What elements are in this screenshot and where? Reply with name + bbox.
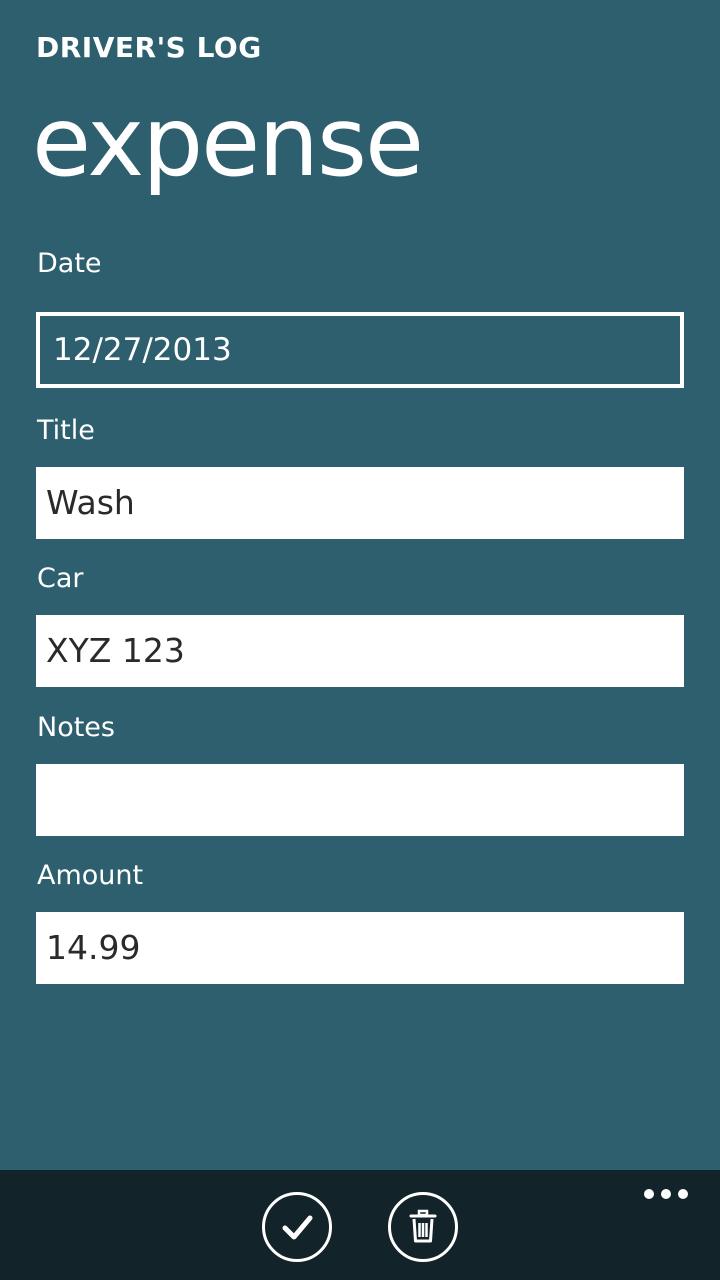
car-label: Car: [37, 563, 84, 594]
title-label: Title: [37, 415, 95, 446]
delete-button[interactable]: [388, 1192, 458, 1262]
save-button[interactable]: [262, 1192, 332, 1262]
ellipsis-dot-icon: [644, 1189, 654, 1199]
amount-input[interactable]: 14.99: [36, 912, 684, 984]
ellipsis-dot-icon: [678, 1189, 688, 1199]
title-input[interactable]: Wash: [36, 467, 684, 539]
date-label: Date: [37, 248, 102, 279]
page-title: expense: [32, 86, 424, 198]
check-icon: [282, 1215, 313, 1240]
more-options-button[interactable]: [644, 1188, 688, 1200]
car-input[interactable]: XYZ 123: [36, 615, 684, 687]
date-picker[interactable]: 12/27/2013: [36, 312, 684, 388]
ellipsis-dot-icon: [661, 1189, 671, 1199]
app-bar: [0, 1170, 720, 1280]
app-title: DRIVER'S LOG: [36, 31, 262, 64]
trash-icon: [409, 1209, 437, 1243]
notes-input[interactable]: [36, 764, 684, 836]
notes-label: Notes: [37, 712, 115, 743]
expense-page: DRIVER'S LOG expense Date 12/27/2013 Tit…: [0, 0, 720, 1280]
amount-label: Amount: [37, 860, 144, 891]
